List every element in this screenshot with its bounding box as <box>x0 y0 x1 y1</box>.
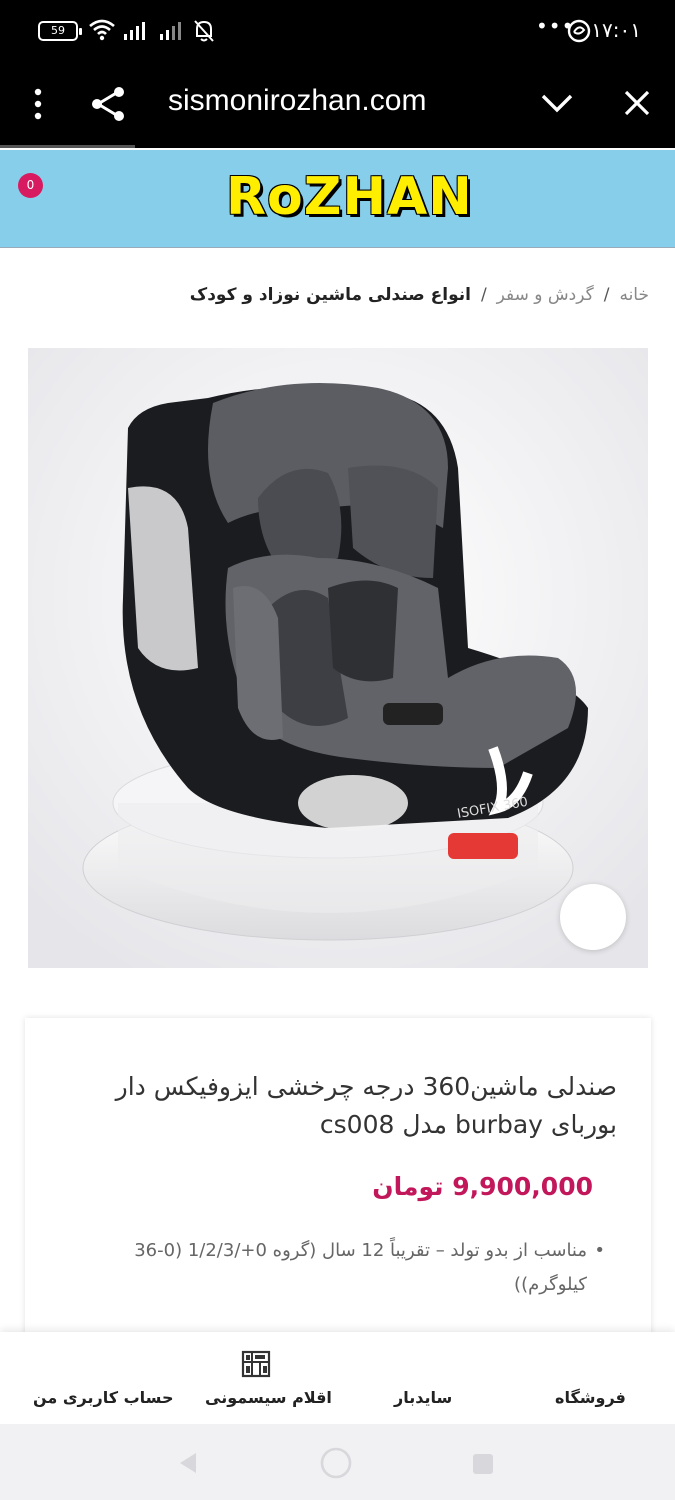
menu-dots-icon[interactable] <box>30 86 46 122</box>
back-icon[interactable] <box>176 1450 200 1476</box>
product-image[interactable]: ISOFIX 360 <box>28 348 648 968</box>
chevron-down-icon[interactable] <box>540 90 574 116</box>
recents-icon[interactable] <box>470 1451 496 1477</box>
nav-shop[interactable]: فروشگاه <box>555 1388 626 1407</box>
url-bar[interactable]: sismonirozhan.com <box>168 84 426 118</box>
product-price: 9,900,000 تومان <box>372 1172 593 1201</box>
bottom-navigation <box>0 1332 675 1424</box>
status-bar: 59 ••• ۱۷:۰۱ <box>0 0 675 62</box>
breadcrumb: خانه / گردش و سفر / انواع صندلی ماشین نوزاد … <box>190 285 649 305</box>
system-navigation-bar <box>0 1424 675 1500</box>
breadcrumb-item-travel[interactable]: گردش و سفر <box>497 285 594 305</box>
share-icon[interactable] <box>88 84 128 124</box>
wifi-icon <box>89 19 115 41</box>
car-seat-image: ISOFIX 360 <box>28 348 648 968</box>
breadcrumb-separator: / <box>480 285 487 305</box>
page-load-progress <box>0 145 135 148</box>
home-icon[interactable] <box>319 1446 353 1480</box>
battery-icon: 59 <box>38 21 82 41</box>
breadcrumb-item-current[interactable]: انواع صندلی ماشین نوزاد و کودک <box>190 285 471 305</box>
app-icon <box>567 19 591 43</box>
breadcrumb-item-home[interactable]: خانه <box>619 285 649 305</box>
clock: ۱۷:۰۱ <box>591 18 641 42</box>
cart-count-badge[interactable]: 0 <box>18 173 43 198</box>
nav-sidebar[interactable]: سایدبار <box>394 1388 452 1407</box>
nav-my-account[interactable]: حساب کاربری من <box>33 1388 174 1407</box>
bell-off-icon <box>194 20 214 42</box>
breadcrumb-separator: / <box>603 285 610 305</box>
product-title: صندلی ماشین360 درجه چرخشی ایزوفیکس دار ب… <box>115 1072 617 1139</box>
signal-icon <box>160 22 181 40</box>
sismoni-items-icon[interactable] <box>240 1348 272 1380</box>
image-zoom-button[interactable] <box>560 884 626 950</box>
site-logo[interactable]: RoZHAN <box>226 166 473 228</box>
close-icon[interactable] <box>622 88 652 118</box>
browser-toolbar: sismonirozhan.com <box>0 62 675 148</box>
product-feature-item: مناسب از بدو تولد – تقریباً 12 سال (گروه… <box>67 1234 605 1302</box>
signal-icon <box>124 22 145 40</box>
nav-sismoni-items[interactable]: اقلام سیسمونی <box>205 1388 332 1407</box>
